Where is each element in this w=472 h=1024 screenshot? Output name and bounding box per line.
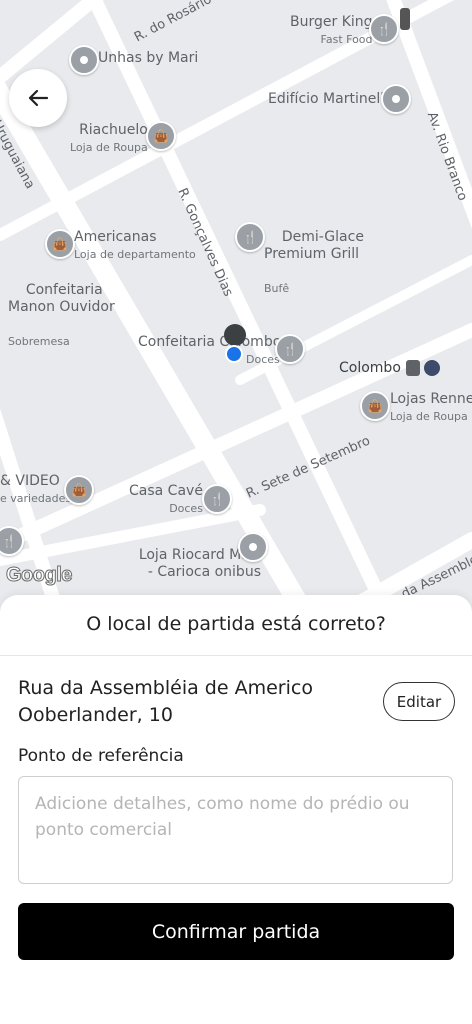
- poi-colombo-station[interactable]: Colombo: [339, 360, 401, 377]
- pickup-pin-icon: [224, 324, 246, 346]
- shopping-bag-icon[interactable]: 👜: [64, 475, 94, 505]
- fork-knife-icon[interactable]: 🍴: [202, 484, 232, 514]
- poi-riachuelo[interactable]: Riachuelo Loja de Roupa: [70, 122, 148, 156]
- back-button[interactable]: [9, 69, 67, 127]
- poi-edificio-martinelli[interactable]: Edifício Martinelli: [268, 91, 388, 108]
- poi-lojas-renner[interactable]: Lojas Renner Loja de Roupa: [390, 391, 472, 425]
- reference-field-container[interactable]: [18, 776, 453, 884]
- arrow-left-icon: [28, 89, 49, 107]
- fork-knife-icon[interactable]: 🍴: [275, 334, 305, 364]
- place-icon[interactable]: [238, 532, 268, 562]
- traffic-light-icon: [400, 8, 410, 30]
- poi-americanas[interactable]: Americanas Loja de departamento: [74, 229, 196, 263]
- google-logo: Google: [6, 564, 73, 587]
- fork-knife-icon[interactable]: 🍴: [235, 222, 265, 252]
- poi-demi-glace[interactable]: Demi-Glace Premium Grill Bufê: [264, 212, 364, 331]
- reference-label: Ponto de referência: [18, 746, 184, 766]
- place-icon[interactable]: [381, 84, 411, 114]
- fork-knife-icon[interactable]: 🍴: [369, 14, 399, 44]
- place-icon[interactable]: [69, 45, 99, 75]
- poi-unhas-by-mari[interactable]: Unhas by Mari: [98, 50, 198, 67]
- pickup-confirmation-sheet: O local de partida está correto? Rua da …: [0, 595, 472, 1024]
- current-location-icon: [225, 345, 243, 363]
- shopping-bag-icon[interactable]: 👜: [146, 121, 176, 151]
- edit-button[interactable]: Editar: [383, 682, 455, 721]
- poi-confeitaria-colombo[interactable]: Confeitaria Colombo Doces: [138, 334, 281, 368]
- map-view[interactable]: R. do Rosário Uruguaiana R. Gonçalves Di…: [0, 0, 472, 620]
- poi-burger-king[interactable]: Burger King Fast Food: [290, 14, 373, 48]
- poi-confeitaria-manon[interactable]: Confeitaria Manon Ouvidor Sobremesa: [8, 265, 115, 384]
- train-icon: [406, 360, 420, 376]
- shopping-bag-icon[interactable]: 👜: [45, 229, 75, 259]
- pickup-address: Rua da Assembléia de Americo Ooberlander…: [18, 677, 313, 726]
- shopping-bag-icon[interactable]: 👜: [360, 391, 390, 421]
- metro-icon: [424, 360, 440, 376]
- divider: [0, 655, 472, 656]
- confirm-pickup-button[interactable]: Confirmar partida: [18, 903, 454, 960]
- reference-input[interactable]: [35, 791, 436, 869]
- poi-casa-cave[interactable]: Casa Cavé Doces: [129, 483, 203, 517]
- sheet-title: O local de partida está correto?: [86, 613, 386, 635]
- poi-video[interactable]: & VIDEO e variedades: [0, 473, 71, 507]
